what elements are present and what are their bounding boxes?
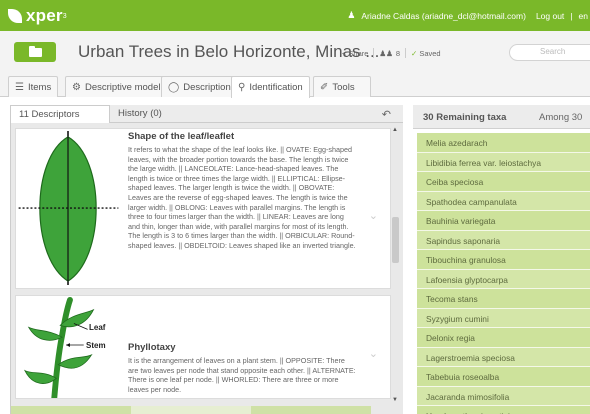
- remaining-taxa-panel: 30 Remaining taxa Among 30 Melia azedara…: [413, 105, 590, 414]
- open-folder-button[interactable]: [14, 42, 56, 62]
- tab-descriptive-model[interactable]: ⚙ Descriptive model: [65, 76, 168, 97]
- descriptor-list[interactable]: Shape of the leaf/leaflet It refers to w…: [10, 123, 403, 414]
- account-area: ♟ Ariadne Caldas (ariadne_dcl@hotmail.co…: [341, 10, 588, 21]
- taxon-item[interactable]: Tecoma stans: [417, 289, 590, 309]
- chevron-down-icon[interactable]: ⌄: [369, 209, 378, 222]
- descriptors-panel: 11 Descriptors History (0) ↶ Shape of th…: [10, 105, 403, 414]
- descriptor-card-peek[interactable]: [11, 406, 371, 414]
- brand-logo[interactable]: xper 3: [8, 6, 67, 26]
- user-link[interactable]: Ariadne Caldas (ariadne_dcl@hotmail.com): [361, 11, 526, 21]
- tab-items-label: Items: [27, 81, 52, 93]
- remaining-taxa-title: 30 Remaining taxa: [423, 112, 507, 123]
- taxon-item[interactable]: Tabebuia roseoalba: [417, 367, 590, 387]
- undo-icon[interactable]: ↶: [382, 108, 391, 121]
- speech-bubble-icon: ◯: [168, 81, 180, 93]
- scroll-up-icon[interactable]: ▲: [392, 127, 398, 133]
- tools-divider-2: [405, 48, 407, 58]
- gears-icon: ⚙: [72, 81, 81, 93]
- descriptor-scrollbar[interactable]: ▲ ▼: [391, 127, 400, 403]
- title-tools: < Share ♟♟ 8 ✓ Saved: [342, 48, 441, 58]
- knowledge-base-header: Urban Trees in Belo Horizonte, Minas ...…: [0, 31, 590, 71]
- logout-link[interactable]: Log out: [536, 11, 564, 21]
- top-separator: |: [570, 10, 573, 21]
- among-count: Among 30: [539, 112, 583, 123]
- taxon-item[interactable]: Delonix regia: [417, 328, 590, 348]
- tab-descriptors[interactable]: 11 Descriptors: [10, 105, 110, 123]
- brand-name: xper: [26, 6, 63, 25]
- main-tabs: ☰ Items ⚙ Descriptive model ◯ Descriptio…: [0, 71, 590, 98]
- search-input[interactable]: Search: [509, 44, 590, 61]
- descriptor-title: Shape of the leaf/leaflet: [128, 131, 235, 142]
- taxa-header: 30 Remaining taxa Among 30: [413, 105, 590, 129]
- descriptor-text: It refers to what the shape of the leaf …: [128, 145, 356, 250]
- top-bar: xper 3 ♟ Ariadne Caldas (ariadne_dcl@hot…: [0, 0, 590, 31]
- tab-history-label: History (0): [118, 108, 162, 119]
- share-icon: <: [342, 48, 347, 58]
- descriptor-body: Phyllotaxy It is the arrangement of leav…: [128, 342, 356, 394]
- stem-label: Stem: [86, 341, 106, 350]
- taxon-item[interactable]: Lafoensia glyptocarpa: [417, 269, 590, 289]
- taxa-list: Melia azedarach Libidibia ferrea var. le…: [417, 133, 590, 414]
- taxon-item[interactable]: Handroanthus impetiginosus: [417, 406, 590, 414]
- tab-tools[interactable]: ✐ Tools: [313, 76, 371, 97]
- leaf-label: Leaf: [89, 323, 106, 332]
- taxon-item[interactable]: Tibouchina granulosa: [417, 250, 590, 270]
- tab-items[interactable]: ☰ Items: [8, 76, 59, 97]
- taxon-item[interactable]: Spathodea campanulata: [417, 191, 590, 211]
- user-icon: ♟: [347, 10, 356, 20]
- descriptor-text: It is the arrangement of leaves on a pla…: [128, 356, 356, 394]
- taxon-item[interactable]: Syzygium cumini: [417, 308, 590, 328]
- descriptor-card-phyllotaxy[interactable]: Leaf Stem Phyllotaxy It is the arrangeme…: [15, 295, 391, 399]
- taxon-item[interactable]: Lagerstroemia speciosa: [417, 347, 590, 367]
- chevron-down-icon[interactable]: ⌄: [369, 347, 378, 360]
- folder-icon: [28, 45, 42, 57]
- check-icon: ✓: [411, 48, 418, 58]
- descriptor-tabs: 11 Descriptors History (0) ↶: [10, 105, 403, 123]
- taxon-item[interactable]: Jacaranda mimosifolia: [417, 386, 590, 406]
- descriptor-title: Phyllotaxy: [128, 342, 176, 353]
- tools-divider: [373, 48, 375, 58]
- taxon-item[interactable]: Melia azedarach: [417, 133, 590, 153]
- scroll-thumb[interactable]: [392, 217, 399, 263]
- tab-description-label: Description: [183, 81, 231, 93]
- leaf-logo-icon: [8, 9, 22, 23]
- tab-tools-label: Tools: [332, 81, 355, 93]
- saved-status: Saved: [419, 48, 441, 58]
- tab-identification[interactable]: ⚲ Identification: [231, 76, 310, 98]
- tab-description[interactable]: ◯ Description: [161, 76, 238, 97]
- leaf-shape-illustration: [18, 130, 119, 286]
- search-icon: ⚲: [238, 82, 246, 93]
- users-count[interactable]: 8: [396, 49, 400, 58]
- tab-history[interactable]: History (0) ↶: [110, 105, 403, 123]
- brand-version: 3: [62, 12, 67, 20]
- share-button[interactable]: Share: [348, 49, 368, 58]
- taxon-item[interactable]: Sapindus saponaria: [417, 230, 590, 250]
- taxon-item[interactable]: Bauhinia variegata: [417, 211, 590, 231]
- descriptor-body: Shape of the leaf/leaflet It refers to w…: [128, 131, 356, 251]
- tab-descriptive-model-label: Descriptive model: [84, 81, 161, 93]
- tab-identification-label: Identification: [249, 82, 303, 93]
- scroll-down-icon[interactable]: ▼: [392, 397, 398, 403]
- users-icon: ♟♟: [379, 48, 393, 58]
- taxon-item[interactable]: Ceiba speciosa: [417, 172, 590, 192]
- page-title: Urban Trees in Belo Horizonte, Minas ...: [78, 42, 380, 61]
- taxon-item[interactable]: Libidibia ferrea var. leiostachya: [417, 152, 590, 172]
- list-icon: ☰: [15, 81, 24, 93]
- tools-icon: ✐: [320, 81, 329, 93]
- descriptor-card-leaf-shape[interactable]: Shape of the leaf/leaflet It refers to w…: [15, 128, 391, 289]
- language-selector[interactable]: en: [579, 11, 588, 21]
